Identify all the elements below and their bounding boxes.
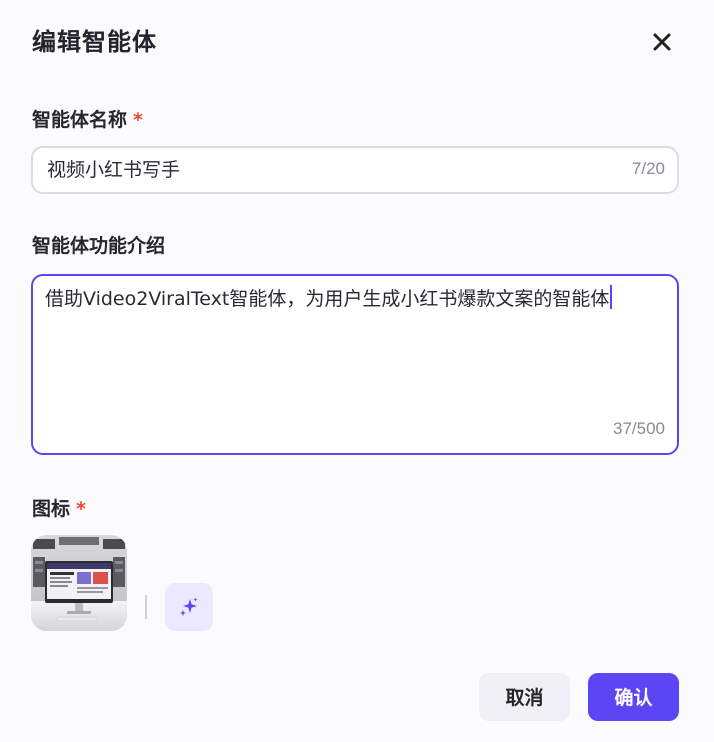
sparkle-icon	[180, 597, 198, 616]
agent-description-field[interactable]: 借助Video2ViralText智能体，为用户生成小红书爆款文案的智能体 37…	[31, 274, 679, 455]
agent-description-textarea[interactable]: 借助Video2ViralText智能体，为用户生成小红书爆款文案的智能体	[45, 285, 669, 313]
close-button[interactable]	[648, 28, 676, 56]
required-mark: *	[133, 109, 143, 131]
cancel-button[interactable]: 取消	[479, 673, 570, 721]
agent-name-counter: 7/20	[631, 159, 665, 178]
agent-description-counter: 37/500	[613, 419, 665, 438]
agent-description-label: 智能体功能介绍	[32, 235, 166, 257]
agent-name-label: 智能体名称 *	[32, 105, 143, 132]
agent-icon-label: 图标 *	[32, 494, 86, 521]
confirm-button[interactable]: 确认	[588, 673, 679, 721]
agent-icon-label-text: 图标	[32, 498, 71, 520]
desktop-monitor-image	[31, 535, 127, 631]
agent-name-input[interactable]	[47, 148, 587, 192]
agent-icon-image[interactable]	[31, 535, 127, 631]
edit-agent-dialog: 编辑智能体 智能体名称* 7/20 智能体功能介绍 借助Video2ViralT…	[0, 0, 714, 742]
dialog-title: 编辑智能体	[32, 28, 157, 56]
ai-generate-icon-button[interactable]	[165, 583, 213, 631]
agent-description-value: 借助Video2ViralText智能体，为用户生成小红书爆款文案的智能体	[45, 288, 610, 310]
required-mark: *	[76, 498, 86, 520]
agent-name-label-text: 智能体名称	[32, 109, 128, 131]
agent-name-field: 7/20	[31, 146, 679, 194]
text-caret	[610, 285, 613, 309]
close-icon	[653, 33, 671, 51]
divider	[145, 595, 147, 619]
